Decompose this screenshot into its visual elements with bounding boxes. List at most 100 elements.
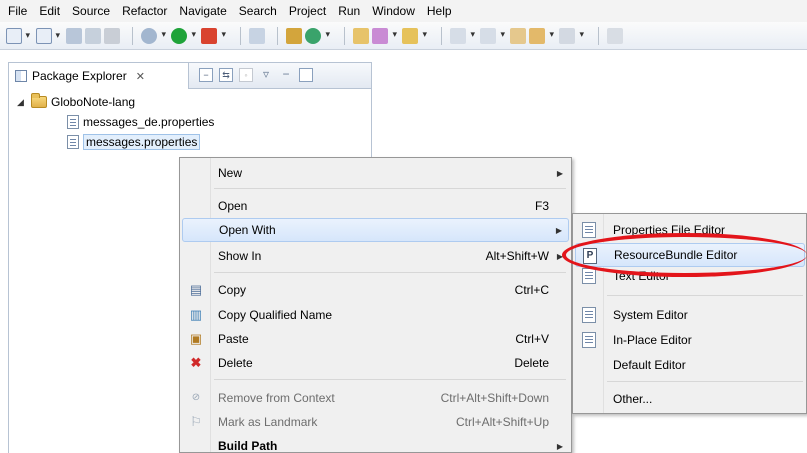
submenu-arrow-icon: ▶ <box>556 441 563 451</box>
debug-icon[interactable] <box>141 27 166 44</box>
shortcut-label: Ctrl+Alt+Shift+Down <box>440 391 549 405</box>
run-icon[interactable] <box>171 27 196 44</box>
menu-item-new[interactable]: New ▶ <box>182 161 569 185</box>
menu-edit[interactable]: Edit <box>39 4 60 18</box>
new-wizard-icon[interactable] <box>6 27 30 44</box>
menu-item-paste[interactable]: ▣ Paste Ctrl+V <box>182 327 569 351</box>
focus-task-icon[interactable]: ◦ <box>239 68 253 82</box>
main-toolbar <box>0 22 807 50</box>
open-type-icon[interactable] <box>353 27 369 44</box>
properties-file-icon <box>582 222 596 238</box>
save-icon[interactable] <box>66 27 82 44</box>
package-explorer-icon <box>15 70 27 82</box>
menu-item-label: Default Editor <box>613 358 686 372</box>
back-icon[interactable] <box>529 27 554 44</box>
menu-source[interactable]: Source <box>72 4 110 18</box>
menu-item-label: In-Place Editor <box>613 333 692 347</box>
menu-item-build-path[interactable]: Build Path ▶ <box>182 434 569 453</box>
expand-arrow-icon[interactable]: ◢ <box>17 97 27 108</box>
menu-item-open-with[interactable]: Open With ▶ <box>182 218 569 242</box>
menu-refactor[interactable]: Refactor <box>122 4 167 18</box>
external-tools-icon[interactable] <box>201 27 226 44</box>
menu-separator <box>607 295 803 296</box>
menu-item-delete[interactable]: ✖ Delete Delete <box>182 351 569 375</box>
menu-item-label: Mark as Landmark <box>218 415 318 429</box>
menu-item-label: Copy Qualified Name <box>218 308 333 322</box>
close-icon[interactable]: ✕ <box>136 70 145 83</box>
collapse-all-icon[interactable]: − <box>199 68 213 82</box>
shortcut-label: Delete <box>514 356 549 370</box>
menu-item-label: Paste <box>218 332 249 346</box>
new-package-icon[interactable] <box>286 27 302 44</box>
toolbar-separator <box>344 26 345 45</box>
pin-editor-icon[interactable] <box>607 27 623 44</box>
tree-item-project[interactable]: ◢ GloboNote-lang <box>17 93 135 111</box>
menu-window[interactable]: Window <box>372 4 415 18</box>
toolbar-separator <box>277 26 278 45</box>
menu-item-remove-from-context: ⊘ Remove from Context Ctrl+Alt+Shift+Dow… <box>182 386 569 410</box>
tab-package-explorer[interactable]: Package Explorer ✕ <box>9 63 189 89</box>
menu-item-mark-as-landmark: ⚐ Mark as Landmark Ctrl+Alt+Shift+Up <box>182 410 569 434</box>
new-type-icon[interactable] <box>36 27 60 44</box>
menu-item-label: Copy <box>218 283 247 297</box>
submenu-item-system-editor[interactable]: System Editor <box>575 303 805 327</box>
toolbar-separator <box>441 26 442 45</box>
menu-item-copy[interactable]: ▤ Copy Ctrl+C <box>182 278 569 302</box>
menu-separator <box>214 272 566 273</box>
menu-project[interactable]: Project <box>289 4 326 18</box>
submenu-item-default-editor[interactable]: Default Editor <box>575 353 805 377</box>
menu-navigate[interactable]: Navigate <box>179 4 226 18</box>
menu-run[interactable]: Run <box>338 4 360 18</box>
copy-qualified-name-icon: ▥ <box>189 307 203 322</box>
next-annotation-icon[interactable] <box>450 27 475 44</box>
submenu-item-other[interactable]: Other... <box>575 387 805 411</box>
new-class-icon[interactable] <box>305 27 330 44</box>
shortcut-label: Ctrl+C <box>514 283 549 297</box>
delete-icon: ✖ <box>190 355 202 370</box>
menu-item-open[interactable]: Open F3 <box>182 194 569 218</box>
properties-file-icon <box>67 115 79 129</box>
tree-item-label: messages_de.properties <box>83 115 215 129</box>
shortcut-label: Ctrl+Alt+Shift+Up <box>455 415 549 429</box>
tree-item-label: messages.properties <box>83 134 201 150</box>
menu-item-copy-qualified-name[interactable]: ▥ Copy Qualified Name <box>182 303 569 327</box>
menu-item-label: New <box>218 166 243 180</box>
save-all-icon[interactable] <box>85 27 101 44</box>
menu-file[interactable]: File <box>8 4 27 18</box>
forward-icon[interactable] <box>559 27 584 44</box>
menu-item-label: Other... <box>613 392 653 406</box>
shortcut-label: F3 <box>534 199 549 213</box>
task-icon[interactable] <box>249 27 265 44</box>
open-resource-icon[interactable] <box>402 27 427 44</box>
menu-separator <box>607 381 803 382</box>
remove-from-context-icon: ⊘ <box>191 392 201 403</box>
menu-item-label: Open <box>218 199 248 213</box>
menu-search[interactable]: Search <box>239 4 277 18</box>
menu-item-label: Show In <box>218 249 262 263</box>
inplace-editor-icon <box>582 332 596 348</box>
print-icon[interactable] <box>104 27 120 44</box>
tree-item-file[interactable]: messages_de.properties <box>67 113 214 131</box>
paste-icon: ▣ <box>189 331 203 346</box>
menu-separator <box>214 379 566 380</box>
last-edit-icon[interactable] <box>510 27 526 44</box>
search-icon[interactable] <box>372 27 397 44</box>
submenu-item-inplace-editor[interactable]: In-Place Editor <box>575 328 805 352</box>
menu-help[interactable]: Help <box>427 4 452 18</box>
minimize-icon[interactable]: − <box>279 68 293 82</box>
context-menu: New ▶ Open F3 Open With ▶ Show In Alt+Sh… <box>179 157 572 453</box>
menu-item-show-in[interactable]: Show In Alt+Shift+W ▶ <box>182 244 569 268</box>
view-menu-icon[interactable]: ▿ <box>259 68 273 82</box>
link-with-editor-icon[interactable]: ⇆ <box>219 68 233 82</box>
menu-item-label: Remove from Context <box>218 391 335 405</box>
view-tab-bar: Package Explorer ✕ − ⇆ ◦ ▿ − <box>9 63 371 89</box>
toolbar-separator <box>240 26 241 45</box>
copy-icon: ▤ <box>189 282 203 297</box>
previous-annotation-icon[interactable] <box>480 27 505 44</box>
text-file-icon <box>582 268 596 284</box>
tree-item-file-selected[interactable]: messages.properties <box>67 133 201 151</box>
submenu-arrow-icon: ▶ <box>556 168 563 178</box>
tree-item-label: GloboNote-lang <box>51 95 136 109</box>
folder-icon <box>31 93 47 108</box>
maximize-icon[interactable] <box>299 68 313 82</box>
